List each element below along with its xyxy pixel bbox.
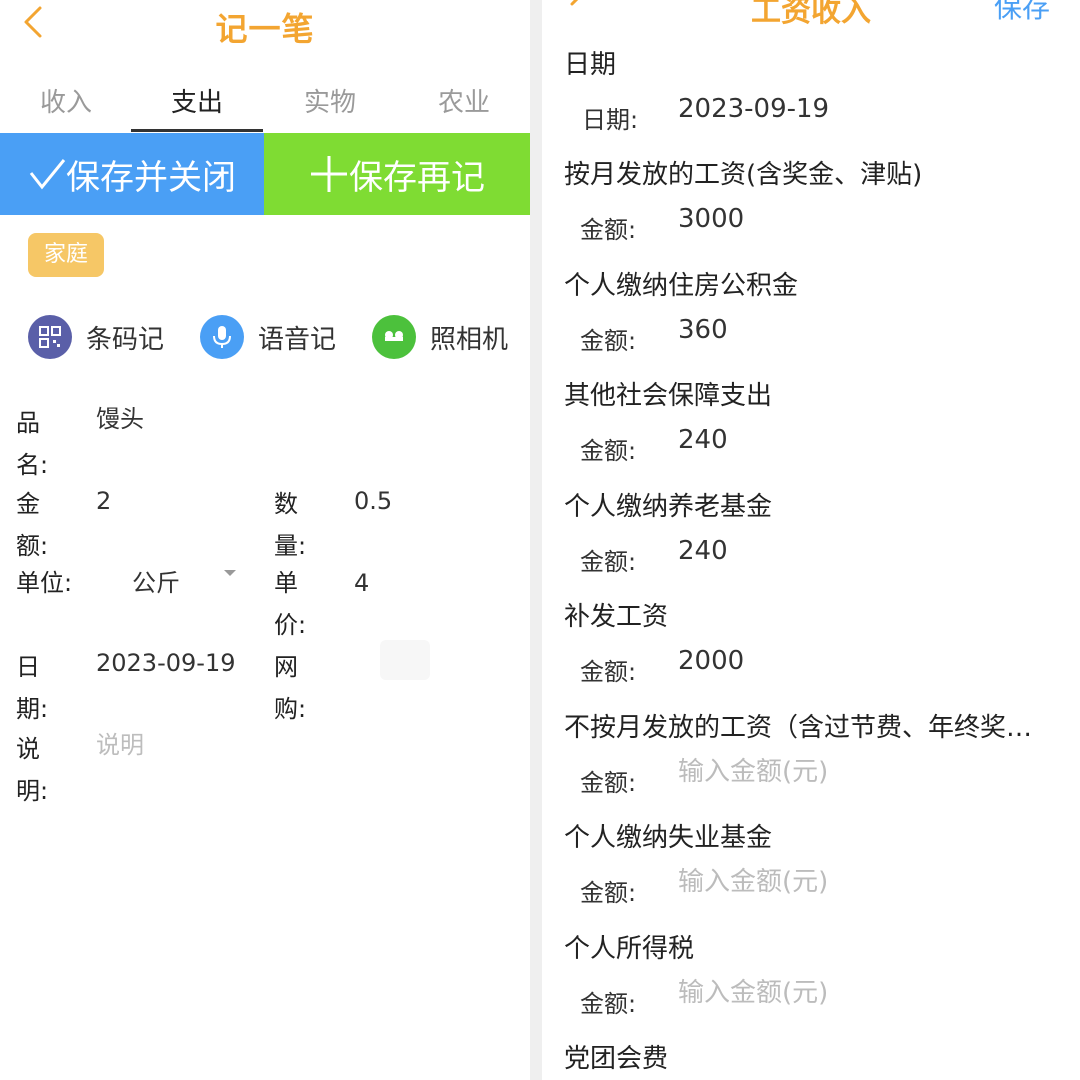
- amount-label: 金额:: [580, 327, 637, 355]
- microphone-icon: [200, 315, 244, 359]
- amount-label: 金额:: [580, 769, 637, 797]
- amount-input[interactable]: [678, 757, 1038, 787]
- save-and-new-button[interactable]: 保存再记: [264, 133, 530, 215]
- tab-agriculture[interactable]: 农业: [398, 80, 530, 132]
- date-label: 日期:: [582, 106, 639, 134]
- amount-label: 金额:: [580, 879, 637, 907]
- unit-label: 单位:: [16, 569, 73, 597]
- amount-input[interactable]: [678, 867, 1038, 897]
- page-title: 记一笔: [215, 10, 315, 48]
- chevron-down-icon[interactable]: [222, 568, 238, 578]
- amount-label: 金额:: [580, 216, 637, 244]
- unit-select[interactable]: 公斤: [132, 562, 180, 604]
- name-label-2: 名:: [16, 451, 49, 479]
- amount-input[interactable]: [678, 425, 1038, 455]
- amount-label: 金额:: [580, 437, 637, 465]
- save-and-new-label: 保存再记: [349, 157, 485, 198]
- amount-input[interactable]: [678, 204, 1038, 234]
- online-purchase-label-1: 网: [274, 653, 298, 681]
- item-title: 党团会费: [564, 1044, 669, 1074]
- unit-price-label-2: 价:: [274, 611, 307, 639]
- amount-label: 金额:: [580, 548, 637, 576]
- tab-expense[interactable]: 支出: [131, 80, 263, 132]
- amount-input[interactable]: [678, 315, 1038, 345]
- quantity-field[interactable]: 0.5: [354, 480, 392, 522]
- quantity-label-1: 数: [274, 490, 298, 518]
- camera-icon: [372, 315, 416, 359]
- action-buttons: 保存并关闭 保存再记: [0, 133, 530, 215]
- plus-icon: [311, 156, 347, 192]
- amount-label: 金额:: [580, 990, 637, 1018]
- amount-label: 金额:: [580, 658, 637, 686]
- item-title: 按月发放的工资(含奖金、津贴): [564, 160, 923, 190]
- check-icon: [29, 159, 66, 190]
- date-label-1: 日: [16, 653, 40, 681]
- left-screen: 记一笔 收入 支出 实物 农业 保存并关闭 保存再记 家庭 条码记 语音记 照相…: [0, 0, 530, 1080]
- save-and-close-button[interactable]: 保存并关闭: [0, 133, 264, 215]
- voice-entry-label: 语音记: [258, 324, 337, 355]
- item-title: 补发工资: [564, 602, 669, 632]
- voice-entry-button[interactable]: 语音记: [200, 312, 336, 362]
- camera-button[interactable]: 照相机: [372, 312, 508, 362]
- save-and-close-label: 保存并关闭: [66, 157, 236, 198]
- panel-divider: [530, 0, 542, 1080]
- date-section-title: 日期: [564, 50, 617, 80]
- barcode-entry-label: 条码记: [86, 324, 165, 355]
- note-label-1: 说: [16, 735, 40, 763]
- date-field[interactable]: 2023-09-19: [96, 642, 256, 684]
- unit-price-label-1: 单: [274, 569, 298, 597]
- item-title: 个人所得税: [564, 934, 695, 964]
- tab-bar: 收入 支出 实物 农业: [0, 80, 530, 132]
- note-input[interactable]: 说明: [96, 724, 144, 766]
- amount-input[interactable]: [678, 646, 1038, 676]
- amount-field[interactable]: 2: [96, 480, 111, 522]
- date-label-2: 期:: [16, 695, 49, 723]
- right-screen: 工资收入 保存 日期 日期: 2023-09-19 按月发放的工资(含奖金、津贴…: [542, 0, 1080, 1080]
- name-label-1: 品: [16, 409, 40, 437]
- barcode-entry-button[interactable]: 条码记: [28, 312, 164, 362]
- item-name-field[interactable]: 馒头: [96, 398, 144, 440]
- camera-label: 照相机: [430, 324, 509, 355]
- item-title: 其他社会保障支出: [564, 381, 773, 411]
- quantity-label-2: 量:: [274, 532, 307, 560]
- amount-label-2: 额:: [16, 532, 49, 560]
- note-label-2: 明:: [16, 777, 49, 805]
- category-tag[interactable]: 家庭: [28, 233, 104, 277]
- amount-input[interactable]: [678, 536, 1038, 566]
- item-title: 不按月发放的工资（含过节费、年终奖…: [564, 713, 1033, 743]
- qrcode-icon: [28, 315, 72, 359]
- online-purchase-toggle[interactable]: [380, 640, 430, 680]
- save-button[interactable]: 保存: [994, 0, 1050, 26]
- item-title: 个人缴纳住房公积金: [564, 271, 799, 301]
- amount-label-1: 金: [16, 490, 40, 518]
- item-title: 个人缴纳养老基金: [564, 492, 773, 522]
- date-field[interactable]: 2023-09-19: [678, 94, 1038, 124]
- tab-income[interactable]: 收入: [0, 80, 132, 132]
- item-title: 个人缴纳失业基金: [564, 823, 773, 853]
- unit-price-field[interactable]: 4: [354, 562, 369, 604]
- online-purchase-label-2: 购:: [274, 695, 307, 723]
- tab-goods[interactable]: 实物: [264, 80, 396, 132]
- amount-input[interactable]: [678, 978, 1038, 1008]
